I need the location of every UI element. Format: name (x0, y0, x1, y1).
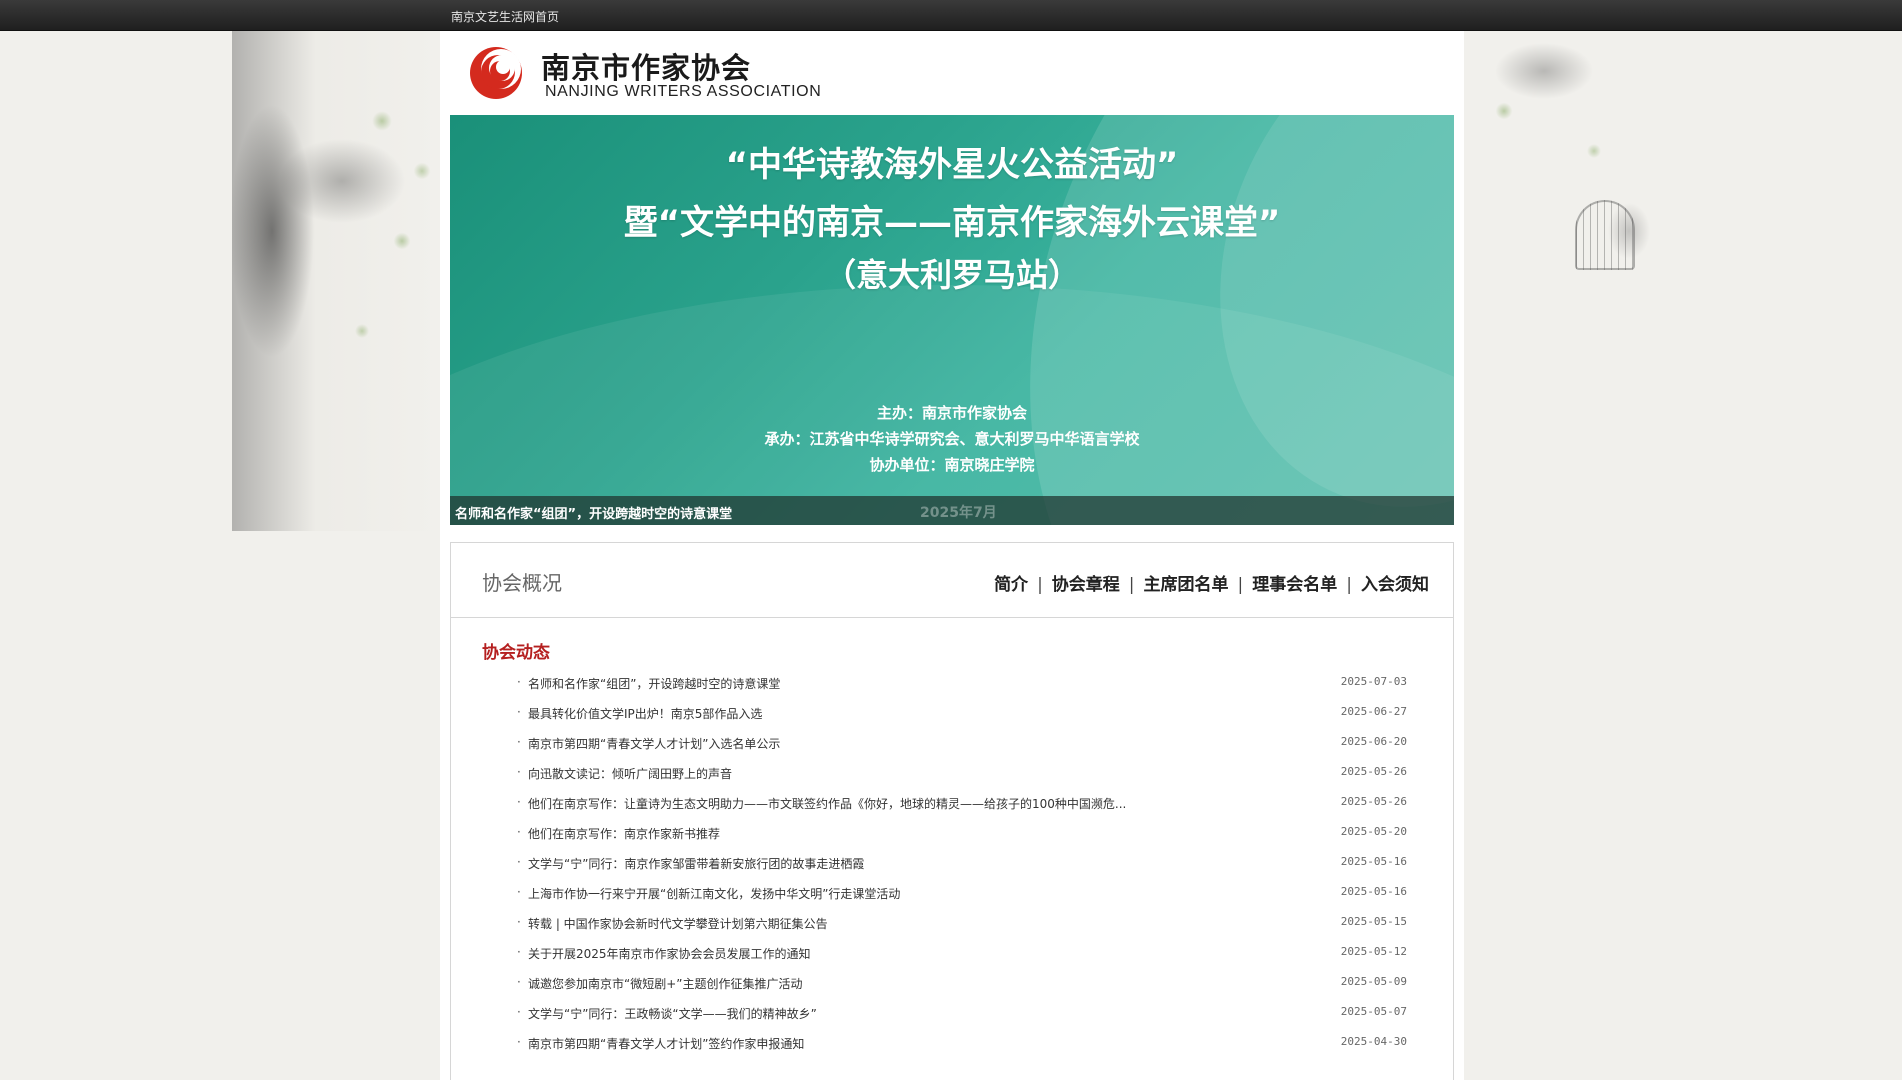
featured-banner[interactable]: “中华诗教海外星火公益活动” 暨“文学中的南京——南京作家海外云课堂” （意大利… (450, 115, 1454, 525)
news-item: · 南京市第四期“青春文学人才计划”入选名单公示 2025-06-20 (517, 735, 1407, 765)
news-section-title: 协会动态 (482, 643, 550, 663)
news-link[interactable]: 诚邀您参加南京市“微短剧+”主题创作征集推广活动 (528, 975, 1148, 992)
bullet-icon: · (517, 765, 521, 779)
news-date: 2025-06-20 (1340, 735, 1407, 748)
news-date: 2025-05-12 (1340, 945, 1407, 958)
news-item: · 南京市第四期“青春文学人才计划”签约作家申报通知 2025-04-30 (517, 1035, 1407, 1065)
news-link[interactable]: 文学与“宁”同行：王政畅谈“文学——我们的精神故乡” (528, 1005, 1148, 1022)
overview-title: 协会概况 (482, 571, 562, 595)
nav-link-council[interactable]: 理事会名单 (1252, 575, 1337, 595)
news-date: 2025-06-27 (1340, 705, 1407, 718)
news-link[interactable]: 上海市作协一行来宁开展“创新江南文化，发扬中华文明”行走课堂活动 (528, 885, 1148, 902)
banner-caption-date: 2025年7月 (920, 505, 997, 521)
overview-nav: 简介 | 协会章程 | 主席团名单 | 理事会名单 | 入会须知 (994, 570, 1429, 595)
decorative-painting-right (1464, 31, 1674, 281)
news-date: 2025-05-09 (1340, 975, 1407, 988)
bullet-icon: · (517, 825, 521, 839)
bullet-icon: · (517, 1035, 521, 1049)
page-container: 南京市作家协会 NANJING WRITERS ASSOCIATION “中华诗… (440, 31, 1464, 1080)
news-item: · 关于开展2025年南京市作家协会会员发展工作的通知 2025-05-12 (517, 945, 1407, 975)
nav-separator: | (1128, 575, 1135, 595)
news-link[interactable]: 向迅散文读记：倾听广阔田野上的声音 (528, 765, 1148, 782)
banner-caption-bar: 名师和名作家“组团”，开设跨越时空的诗意课堂 2025年7月 (450, 496, 1454, 525)
bullet-icon: · (517, 675, 521, 689)
news-date: 2025-05-26 (1340, 795, 1407, 808)
banner-assist-organizer: 协办单位：南京晓庄学院 (869, 456, 1035, 474)
news-date: 2025-07-03 (1340, 675, 1407, 688)
banner-title-line3: （意大利罗马站） (823, 256, 1080, 294)
news-link[interactable]: 南京市第四期“青春文学人才计划”签约作家申报通知 (528, 1035, 1148, 1052)
news-date: 2025-05-20 (1340, 825, 1407, 838)
overview-header: 协会概况 简介 | 协会章程 | 主席团名单 | 理事会名单 | 入会须知 (451, 543, 1453, 618)
news-link[interactable]: 南京市第四期“青春文学人才计划”入选名单公示 (528, 735, 1148, 752)
bullet-icon: · (517, 735, 521, 749)
bullet-icon: · (517, 915, 521, 929)
news-link[interactable]: 最具转化价值文学IP出炉！南京5部作品入选 (528, 705, 1148, 722)
news-link[interactable]: 关于开展2025年南京市作家协会会员发展工作的通知 (528, 945, 1148, 962)
news-link[interactable]: 转载 | 中国作家协会新时代文学攀登计划第六期征集公告 (528, 915, 1148, 932)
news-date: 2025-05-07 (1340, 1005, 1407, 1018)
association-logo-icon[interactable] (468, 45, 524, 101)
nav-link-intro[interactable]: 简介 (994, 575, 1028, 595)
nav-separator: | (1237, 575, 1244, 595)
news-item: · 向迅散文读记：倾听广阔田野上的声音 2025-05-26 (517, 765, 1407, 795)
news-date: 2025-05-15 (1340, 915, 1407, 928)
nav-link-membership[interactable]: 入会须知 (1361, 575, 1429, 595)
news-list: · 名师和名作家“组团”，开设跨越时空的诗意课堂 2025-07-03 · 最具转化价… (517, 675, 1407, 1065)
bullet-icon: · (517, 975, 521, 989)
news-link[interactable]: 文学与“宁”同行：南京作家邹雷带着新安旅行团的故事走进栖霞 (528, 855, 1148, 872)
banner-organizer: 主办：南京市作家协会 (876, 404, 1027, 422)
bullet-icon: · (517, 1005, 521, 1019)
news-link[interactable]: 他们在南京写作：让童诗为生态文明助力——市文联签约作品《你好，地球的精灵——给孩… (528, 795, 1148, 812)
news-link[interactable]: 他们在南京写作：南京作家新书推荐 (528, 825, 1148, 842)
banner-co-organizer: 承办：江苏省中华诗学研究会、意大利罗马中华语言学校 (764, 430, 1140, 448)
news-item: · 诚邀您参加南京市“微短剧+”主题创作征集推广活动 2025-05-09 (517, 975, 1407, 1005)
news-item: · 文学与“宁”同行：南京作家邹雷带着新安旅行团的故事走进栖霞 2025-05-16 (517, 855, 1407, 885)
association-panel: 协会概况 简介 | 协会章程 | 主席团名单 | 理事会名单 | 入会须知 协会动态 · 名师和名… (450, 542, 1454, 1080)
news-date: 2025-05-16 (1340, 855, 1407, 868)
news-date: 2025-04-30 (1340, 1035, 1407, 1048)
news-date: 2025-05-26 (1340, 765, 1407, 778)
banner-title-line1: “中华诗教海外星火公益活动” (725, 145, 1179, 185)
news-item: · 名师和名作家“组团”，开设跨越时空的诗意课堂 2025-07-03 (517, 675, 1407, 705)
nav-link-charter[interactable]: 协会章程 (1052, 575, 1120, 595)
logo-title-cn: 南京市作家协会 (541, 51, 752, 85)
banner-caption-text[interactable]: 名师和名作家“组团”，开设跨越时空的诗意课堂 (455, 503, 732, 522)
nav-separator: | (1346, 575, 1352, 595)
news-link[interactable]: 名师和名作家“组团”，开设跨越时空的诗意课堂 (528, 675, 1148, 692)
nav-link-presidium[interactable]: 主席团名单 (1144, 575, 1229, 595)
birdcage-decoration (1575, 200, 1635, 270)
top-bar: 南京文艺生活网首页 (0, 0, 1902, 31)
home-link[interactable]: 南京文艺生活网首页 (451, 8, 559, 25)
bullet-icon: · (517, 855, 521, 869)
bullet-icon: · (517, 885, 521, 899)
site-header: 南京市作家协会 NANJING WRITERS ASSOCIATION (440, 31, 1464, 114)
logo-title-en: NANJING WRITERS ASSOCIATION (545, 83, 822, 100)
banner-title-line2: 暨“文学中的南京——南京作家海外云课堂” (623, 203, 1281, 243)
nav-separator: | (1037, 575, 1043, 595)
bullet-icon: · (517, 705, 521, 719)
news-item: · 他们在南京写作：让童诗为生态文明助力——市文联签约作品《你好，地球的精灵——给… (517, 795, 1407, 825)
news-item: · 转载 | 中国作家协会新时代文学攀登计划第六期征集公告 2025-05-15 (517, 915, 1407, 945)
bullet-icon: · (517, 945, 521, 959)
news-item: · 文学与“宁”同行：王政畅谈“文学——我们的精神故乡” 2025-05-07 (517, 1005, 1407, 1035)
news-item: · 他们在南京写作：南京作家新书推荐 2025-05-20 (517, 825, 1407, 855)
decorative-painting-left (232, 31, 440, 531)
news-item: · 上海市作协一行来宁开展“创新江南文化，发扬中华文明”行走课堂活动 2025-05… (517, 885, 1407, 915)
news-date: 2025-05-16 (1340, 885, 1407, 898)
news-item: · 最具转化价值文学IP出炉！南京5部作品入选 2025-06-27 (517, 705, 1407, 735)
bullet-icon: · (517, 795, 521, 809)
